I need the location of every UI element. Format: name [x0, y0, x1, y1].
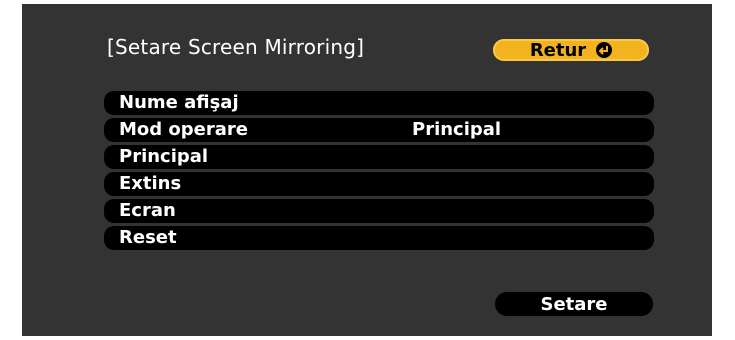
- menu-item-label: Extins: [119, 173, 182, 194]
- menu-item-nume-afisaj[interactable]: Nume afişaj: [104, 91, 654, 115]
- menu-item-extins[interactable]: Extins: [104, 172, 654, 196]
- menu-item-ecran[interactable]: Ecran: [104, 199, 654, 223]
- menu-item-label: Nume afişaj: [119, 92, 239, 113]
- menu-item-principal[interactable]: Principal: [104, 145, 654, 169]
- settings-menu: Nume afişaj Mod operare Principal Princi…: [104, 91, 654, 250]
- menu-item-label: Reset: [119, 227, 177, 248]
- menu-item-mod-operare[interactable]: Mod operare Principal: [104, 118, 654, 142]
- setare-button[interactable]: Setare: [495, 292, 653, 316]
- menu-item-label: Ecran: [119, 200, 176, 221]
- setare-label: Setare: [540, 293, 608, 315]
- retur-label: Retur: [529, 39, 587, 61]
- projector-menu-screen: [Setare Screen Mirroring] Retur Nume afi…: [22, 4, 712, 336]
- dialog-title: [Setare Screen Mirroring]: [107, 35, 365, 59]
- menu-item-label: Principal: [119, 146, 209, 167]
- retur-button[interactable]: Retur: [493, 39, 649, 61]
- menu-item-label: Mod operare: [119, 119, 248, 140]
- menu-item-value: Principal: [412, 119, 502, 140]
- enter-icon: [596, 42, 613, 58]
- menu-item-reset[interactable]: Reset: [104, 226, 654, 250]
